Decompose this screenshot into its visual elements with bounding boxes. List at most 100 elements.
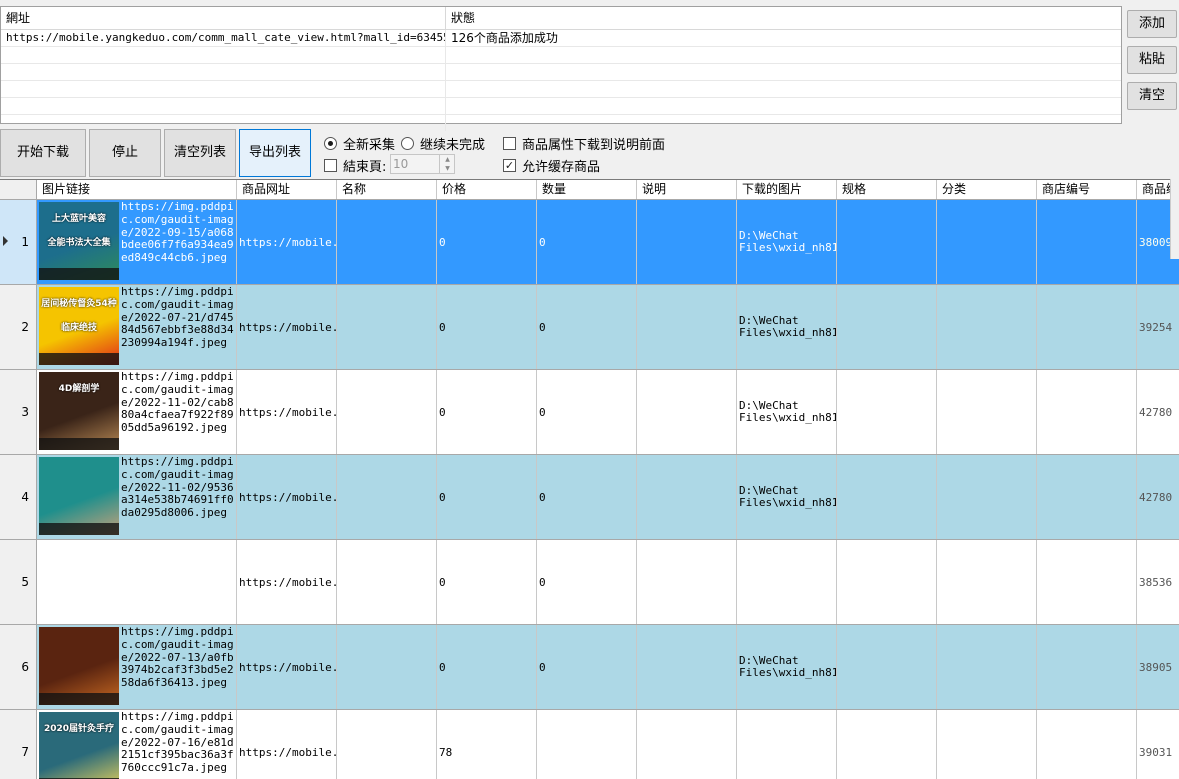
- image-link-cell[interactable]: 4D解剖学 https://img.pddpic.com/gaudit-image…: [37, 370, 237, 454]
- column-header[interactable]: 名称: [337, 180, 437, 199]
- row-header[interactable]: 4: [0, 455, 37, 539]
- spec-cell[interactable]: [837, 625, 937, 709]
- clear-button[interactable]: 清空: [1127, 82, 1177, 110]
- quantity-cell[interactable]: [537, 710, 637, 779]
- page-url-cell[interactable]: https://mobile.y: [237, 285, 337, 369]
- spin-up-icon[interactable]: ▲: [440, 155, 455, 164]
- clear-list-button[interactable]: 清空列表: [164, 129, 236, 177]
- category-cell[interactable]: [937, 200, 1037, 284]
- name-cell[interactable]: [337, 455, 437, 539]
- grid-body[interactable]: 1 上大蓝叶美容 全能书法大全集 https://img.pddpic.com/gau…: [0, 200, 1179, 779]
- product-code-cell[interactable]: 39031: [1137, 710, 1179, 779]
- shop-id-cell[interactable]: [1037, 710, 1137, 779]
- vertical-scrollbar[interactable]: [1170, 179, 1179, 259]
- url-row-empty[interactable]: [1, 47, 1121, 64]
- spec-cell[interactable]: [837, 285, 937, 369]
- category-cell[interactable]: [937, 625, 1037, 709]
- spec-cell[interactable]: [837, 200, 937, 284]
- downloaded-image-cell[interactable]: D:\WeChat Files\wxid_nh81b5: [737, 200, 837, 284]
- row-header[interactable]: 1: [0, 200, 37, 284]
- column-header[interactable]: 规格: [837, 180, 937, 199]
- table-row[interactable]: 7 2020届针灸手疗 https://img.pddpic.com/gaudit-…: [0, 710, 1179, 779]
- category-cell[interactable]: [937, 285, 1037, 369]
- column-header[interactable]: 图片链接: [37, 180, 237, 199]
- table-row[interactable]: 2 居间秘传督灸54种 临床绝技 https://img.pddpic.com/gau…: [0, 285, 1179, 370]
- end-page-spinner[interactable]: ▲ ▼: [439, 155, 455, 173]
- table-row[interactable]: 5 https://mobile.y 0 0 38536: [0, 540, 1179, 625]
- description-cell[interactable]: [637, 200, 737, 284]
- shop-id-cell[interactable]: [1037, 625, 1137, 709]
- name-cell[interactable]: [337, 200, 437, 284]
- name-cell[interactable]: [337, 625, 437, 709]
- paste-button[interactable]: 粘貼: [1127, 46, 1177, 74]
- column-header[interactable]: 商品网址: [237, 180, 337, 199]
- product-code-cell[interactable]: 42780: [1137, 455, 1179, 539]
- shop-id-cell[interactable]: [1037, 370, 1137, 454]
- image-link-cell[interactable]: 上大蓝叶美容 全能书法大全集 https://img.pddpic.com/gaud…: [37, 200, 237, 284]
- name-cell[interactable]: [337, 285, 437, 369]
- quantity-cell[interactable]: 0: [537, 200, 637, 284]
- page-url-cell[interactable]: https://mobile.y: [237, 540, 337, 624]
- end-page-checkbox[interactable]: 結束頁:: [324, 156, 386, 175]
- new-collect-radio[interactable]: 全新采集: [324, 134, 395, 153]
- quantity-cell[interactable]: 0: [537, 625, 637, 709]
- category-cell[interactable]: [937, 710, 1037, 779]
- start-download-button[interactable]: 开始下载: [0, 129, 86, 177]
- spec-cell[interactable]: [837, 455, 937, 539]
- description-cell[interactable]: [637, 625, 737, 709]
- shop-id-cell[interactable]: [1037, 455, 1137, 539]
- export-list-button[interactable]: 导出列表: [239, 129, 311, 177]
- description-cell[interactable]: [637, 455, 737, 539]
- row-header[interactable]: 3: [0, 370, 37, 454]
- table-row[interactable]: 4 https://img.pddpic.com/gaudit-image/202…: [0, 455, 1179, 540]
- table-row[interactable]: 6 https://img.pddpic.com/gaudit-image/202…: [0, 625, 1179, 710]
- column-header[interactable]: 分类: [937, 180, 1037, 199]
- downloaded-image-cell[interactable]: D:\WeChat Files\wxid_nh81b5: [737, 625, 837, 709]
- product-code-cell[interactable]: 38905: [1137, 625, 1179, 709]
- url-row[interactable]: https://mobile.yangkeduo.com/comm_mall_c…: [1, 30, 1121, 47]
- row-header[interactable]: 6: [0, 625, 37, 709]
- column-header[interactable]: 数量: [537, 180, 637, 199]
- image-link-cell[interactable]: https://img.pddpic.com/gaudit-image/2022…: [37, 625, 237, 709]
- downloaded-image-cell[interactable]: [737, 540, 837, 624]
- downloaded-image-cell[interactable]: D:\WeChat Files\wxid_nh81b5: [737, 285, 837, 369]
- price-cell[interactable]: 78: [437, 710, 537, 779]
- description-cell[interactable]: [637, 370, 737, 454]
- quantity-cell[interactable]: 0: [537, 540, 637, 624]
- column-header[interactable]: 商店编号: [1037, 180, 1137, 199]
- table-row[interactable]: 3 4D解剖学 https://img.pddpic.com/gaudit-imag…: [0, 370, 1179, 455]
- row-header[interactable]: 5: [0, 540, 37, 624]
- spec-cell[interactable]: [837, 370, 937, 454]
- shop-id-cell[interactable]: [1037, 200, 1137, 284]
- table-row[interactable]: 1 上大蓝叶美容 全能书法大全集 https://img.pddpic.com/gau…: [0, 200, 1179, 285]
- price-cell[interactable]: 0: [437, 540, 537, 624]
- url-table[interactable]: 網址 狀態 https://mobile.yangkeduo.com/comm_…: [0, 6, 1122, 131]
- description-cell[interactable]: [637, 710, 737, 779]
- image-link-cell[interactable]: [37, 540, 237, 624]
- downloaded-image-cell[interactable]: [737, 710, 837, 779]
- page-url-cell[interactable]: https://mobile.y: [237, 710, 337, 779]
- row-header[interactable]: 7: [0, 710, 37, 779]
- downloaded-image-cell[interactable]: D:\WeChat Files\wxid_nh81b5: [737, 455, 837, 539]
- page-url-cell[interactable]: https://mobile.y: [237, 455, 337, 539]
- url-row-empty[interactable]: [1, 64, 1121, 81]
- page-url-cell[interactable]: https://mobile.y: [237, 625, 337, 709]
- attr-front-checkbox[interactable]: 商品属性下载到说明前面: [503, 134, 665, 153]
- allow-cache-checkbox[interactable]: ✓ 允许缓存商品: [503, 156, 600, 175]
- add-button[interactable]: 添加: [1127, 10, 1177, 38]
- stop-button[interactable]: 停止: [89, 129, 161, 177]
- price-cell[interactable]: 0: [437, 370, 537, 454]
- image-link-cell[interactable]: 居间秘传督灸54种 临床绝技 https://img.pddpic.com/gaud…: [37, 285, 237, 369]
- url-row-empty[interactable]: [1, 81, 1121, 98]
- column-header[interactable]: 下载的图片: [737, 180, 837, 199]
- row-header[interactable]: 2: [0, 285, 37, 369]
- price-cell[interactable]: 0: [437, 285, 537, 369]
- category-cell[interactable]: [937, 370, 1037, 454]
- continue-radio[interactable]: 继续未完成: [401, 134, 485, 153]
- spin-down-icon[interactable]: ▼: [440, 164, 455, 173]
- name-cell[interactable]: [337, 710, 437, 779]
- category-cell[interactable]: [937, 455, 1037, 539]
- product-grid[interactable]: 图片链接 商品网址 名称 价格 数量 说明 下载的图片 规格 分类 商店编号 商品编 1 上大蓝叶美容…: [0, 179, 1179, 779]
- quantity-cell[interactable]: 0: [537, 285, 637, 369]
- page-url-cell[interactable]: https://mobile.y: [237, 200, 337, 284]
